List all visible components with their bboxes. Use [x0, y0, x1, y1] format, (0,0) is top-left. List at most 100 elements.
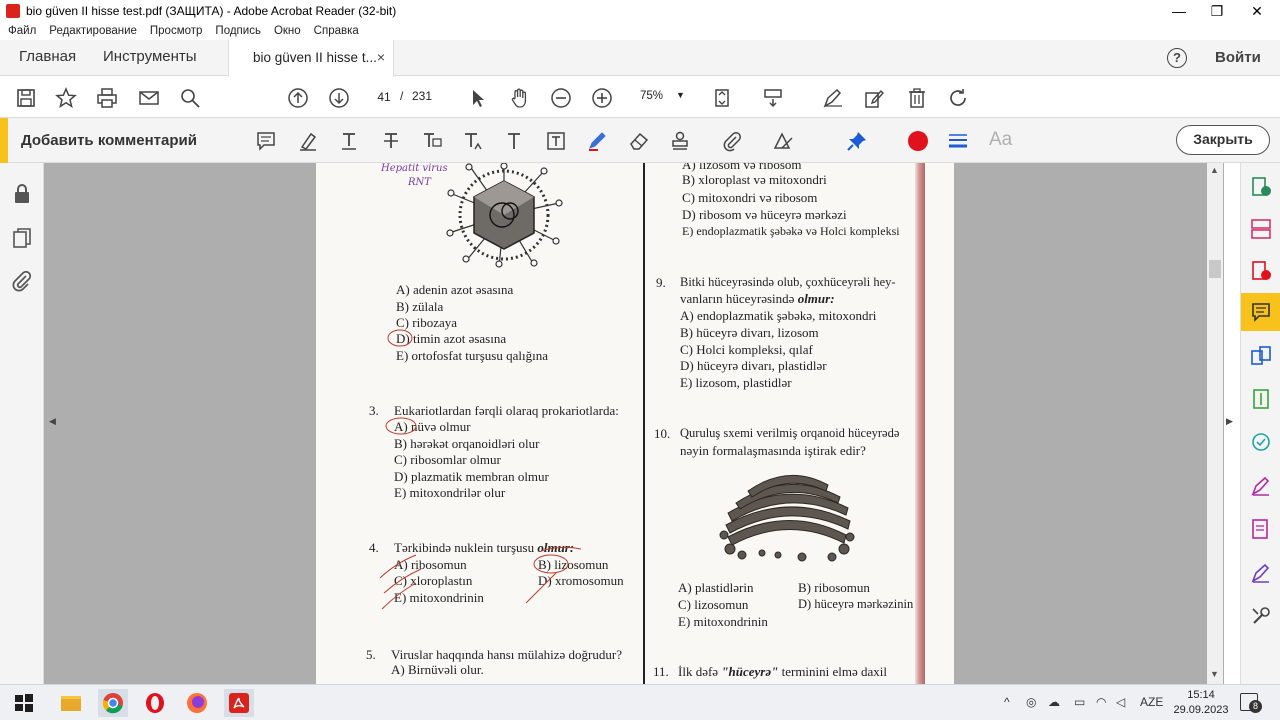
vertical-scrollbar[interactable]: ▲ ▼	[1207, 163, 1223, 684]
color-picker-icon[interactable]	[905, 128, 931, 154]
hand-tool-icon[interactable]	[508, 86, 532, 110]
stamp-icon[interactable]	[667, 128, 693, 154]
attach-icon[interactable]	[719, 128, 745, 154]
next-page-icon[interactable]	[327, 86, 351, 110]
tab-home[interactable]: Главная	[19, 48, 76, 65]
menu-file[interactable]: Файл	[8, 25, 36, 37]
tab-close-icon[interactable]: ×	[377, 49, 385, 65]
q3-text: Eukariotlardan fərqli olaraq prokariotla…	[394, 403, 619, 418]
print-icon[interactable]	[95, 86, 119, 110]
strikethrough-icon[interactable]	[378, 128, 404, 154]
underline-text-icon[interactable]	[336, 128, 362, 154]
q10-option-e: E) mitoxondrinin	[678, 614, 768, 629]
q11-number: 11.	[653, 664, 669, 679]
wifi-icon[interactable]: ◠	[1096, 695, 1106, 709]
fill-sign-icon[interactable]	[1250, 475, 1272, 497]
create-pdf-icon[interactable]	[1250, 260, 1272, 282]
q9-option-b: B) hüceyrə divarı, lizosom	[680, 325, 819, 340]
lock-icon[interactable]	[11, 182, 33, 204]
scroll-mode-icon[interactable]	[761, 86, 785, 110]
clock[interactable]: 15:14 29.09.2023	[1170, 688, 1232, 718]
q8-option-e: E) endoplazmatik şəbəkə və Holci komplek…	[682, 224, 900, 238]
onedrive-icon[interactable]: ☁	[1048, 695, 1060, 709]
close-comment-button[interactable]: Закрыть	[1176, 125, 1270, 155]
menu-sign[interactable]: Подпись	[215, 25, 261, 37]
shapes-icon[interactable]	[770, 128, 796, 154]
zoom-dropdown-icon[interactable]: ▼	[676, 90, 685, 100]
zoom-level[interactable]: 75%	[640, 90, 663, 102]
more-tools-icon[interactable]	[1250, 605, 1272, 627]
menu-edit[interactable]: Редактирование	[49, 25, 137, 37]
prev-page-icon[interactable]	[286, 86, 310, 110]
collapse-left-icon[interactable]: ◀	[49, 416, 56, 427]
menu-window[interactable]: Окно	[274, 25, 301, 37]
q10-line2: nəyin formalaşmasında iştirak edir?	[680, 443, 866, 458]
line-weight-icon[interactable]	[945, 128, 971, 154]
font-icon[interactable]: Aa	[989, 129, 1012, 151]
save-icon[interactable]	[14, 86, 38, 110]
battery-icon[interactable]: ▭	[1074, 695, 1085, 709]
pin-icon[interactable]	[844, 128, 870, 154]
q10-option-c: C) lizosomun	[678, 597, 749, 612]
certificate-icon[interactable]	[1250, 562, 1272, 584]
file-explorer-icon[interactable]	[56, 689, 86, 717]
delete-icon[interactable]	[905, 86, 929, 110]
text-box-icon[interactable]	[543, 128, 569, 154]
zoom-in-icon[interactable]	[590, 86, 614, 110]
opera-icon[interactable]	[140, 689, 170, 717]
meet-now-icon[interactable]: ◎	[1026, 695, 1036, 709]
firefox-icon[interactable]	[182, 689, 212, 717]
q11-text-main: İlk dəfə	[678, 664, 719, 679]
send-review-icon[interactable]	[1250, 431, 1272, 453]
protect-icon[interactable]	[1250, 518, 1272, 540]
rotate-icon[interactable]	[946, 86, 970, 110]
sticky-note-icon[interactable]	[253, 128, 279, 154]
combine-files-icon[interactable]	[1250, 345, 1272, 367]
tab-document-label: bio güven II hisse t...	[253, 50, 377, 65]
collapse-right-icon[interactable]: ▶	[1226, 416, 1233, 427]
tab-document[interactable]: bio güven II hisse t... ×	[228, 40, 394, 77]
bookmark-star-icon[interactable]	[54, 86, 78, 110]
zoom-out-icon[interactable]	[549, 86, 573, 110]
search-icon[interactable]	[178, 86, 202, 110]
eraser-icon[interactable]	[626, 128, 652, 154]
compress-pdf-icon[interactable]	[1250, 388, 1272, 410]
acrobat-taskbar-icon[interactable]	[224, 689, 254, 717]
comment-tool-icon[interactable]	[1241, 293, 1280, 331]
title-bar: bio güven II hisse test.pdf (ЗАЩИТА) - A…	[0, 0, 1280, 22]
notification-icon[interactable]: 8	[1240, 693, 1262, 713]
help-button[interactable]: ?	[1167, 48, 1187, 68]
start-icon[interactable]	[9, 689, 39, 717]
edit-pdf-icon[interactable]	[862, 86, 886, 110]
login-button[interactable]: Войти	[1215, 49, 1261, 66]
language-indicator[interactable]: AZE	[1140, 695, 1163, 709]
menu-view[interactable]: Просмотр	[150, 25, 203, 37]
highlight-icon[interactable]	[295, 128, 321, 154]
mail-icon[interactable]	[137, 86, 161, 110]
scrollbar-thumb[interactable]	[1209, 260, 1221, 278]
close-window-button[interactable]: ✕	[1234, 0, 1280, 22]
tray-chevron-icon[interactable]: ^	[1004, 695, 1010, 709]
fit-page-icon[interactable]	[710, 86, 734, 110]
draw-pen-icon[interactable]	[584, 128, 610, 154]
add-text-icon[interactable]	[501, 128, 527, 154]
q3-option-e: E) mitoxondrilər olur	[394, 485, 506, 500]
page-number-input[interactable]: 41	[370, 86, 398, 108]
select-cursor-icon[interactable]	[466, 86, 490, 110]
q9-option-a: A) endoplazmatik şəbəkə, mitoxondri	[680, 308, 877, 323]
scroll-up-icon[interactable]: ▲	[1210, 165, 1219, 175]
attachments-icon[interactable]	[11, 270, 33, 292]
chrome-icon[interactable]	[98, 689, 128, 717]
page-separator: /	[400, 89, 404, 103]
insert-text-icon[interactable]	[460, 128, 486, 154]
organize-pages-icon[interactable]	[1250, 218, 1272, 240]
tab-tools[interactable]: Инструменты	[103, 48, 197, 65]
replace-text-icon[interactable]	[419, 128, 445, 154]
pages-icon[interactable]	[11, 227, 33, 249]
sign-icon[interactable]	[821, 86, 845, 110]
menu-help[interactable]: Справка	[314, 25, 359, 37]
pdf-page[interactable]: Hepatit virus RNT A) adenin azot əsasına…	[316, 163, 954, 684]
export-pdf-icon[interactable]	[1250, 176, 1272, 198]
volume-icon[interactable]: ◁	[1116, 695, 1125, 709]
scroll-down-icon[interactable]: ▼	[1210, 669, 1219, 679]
